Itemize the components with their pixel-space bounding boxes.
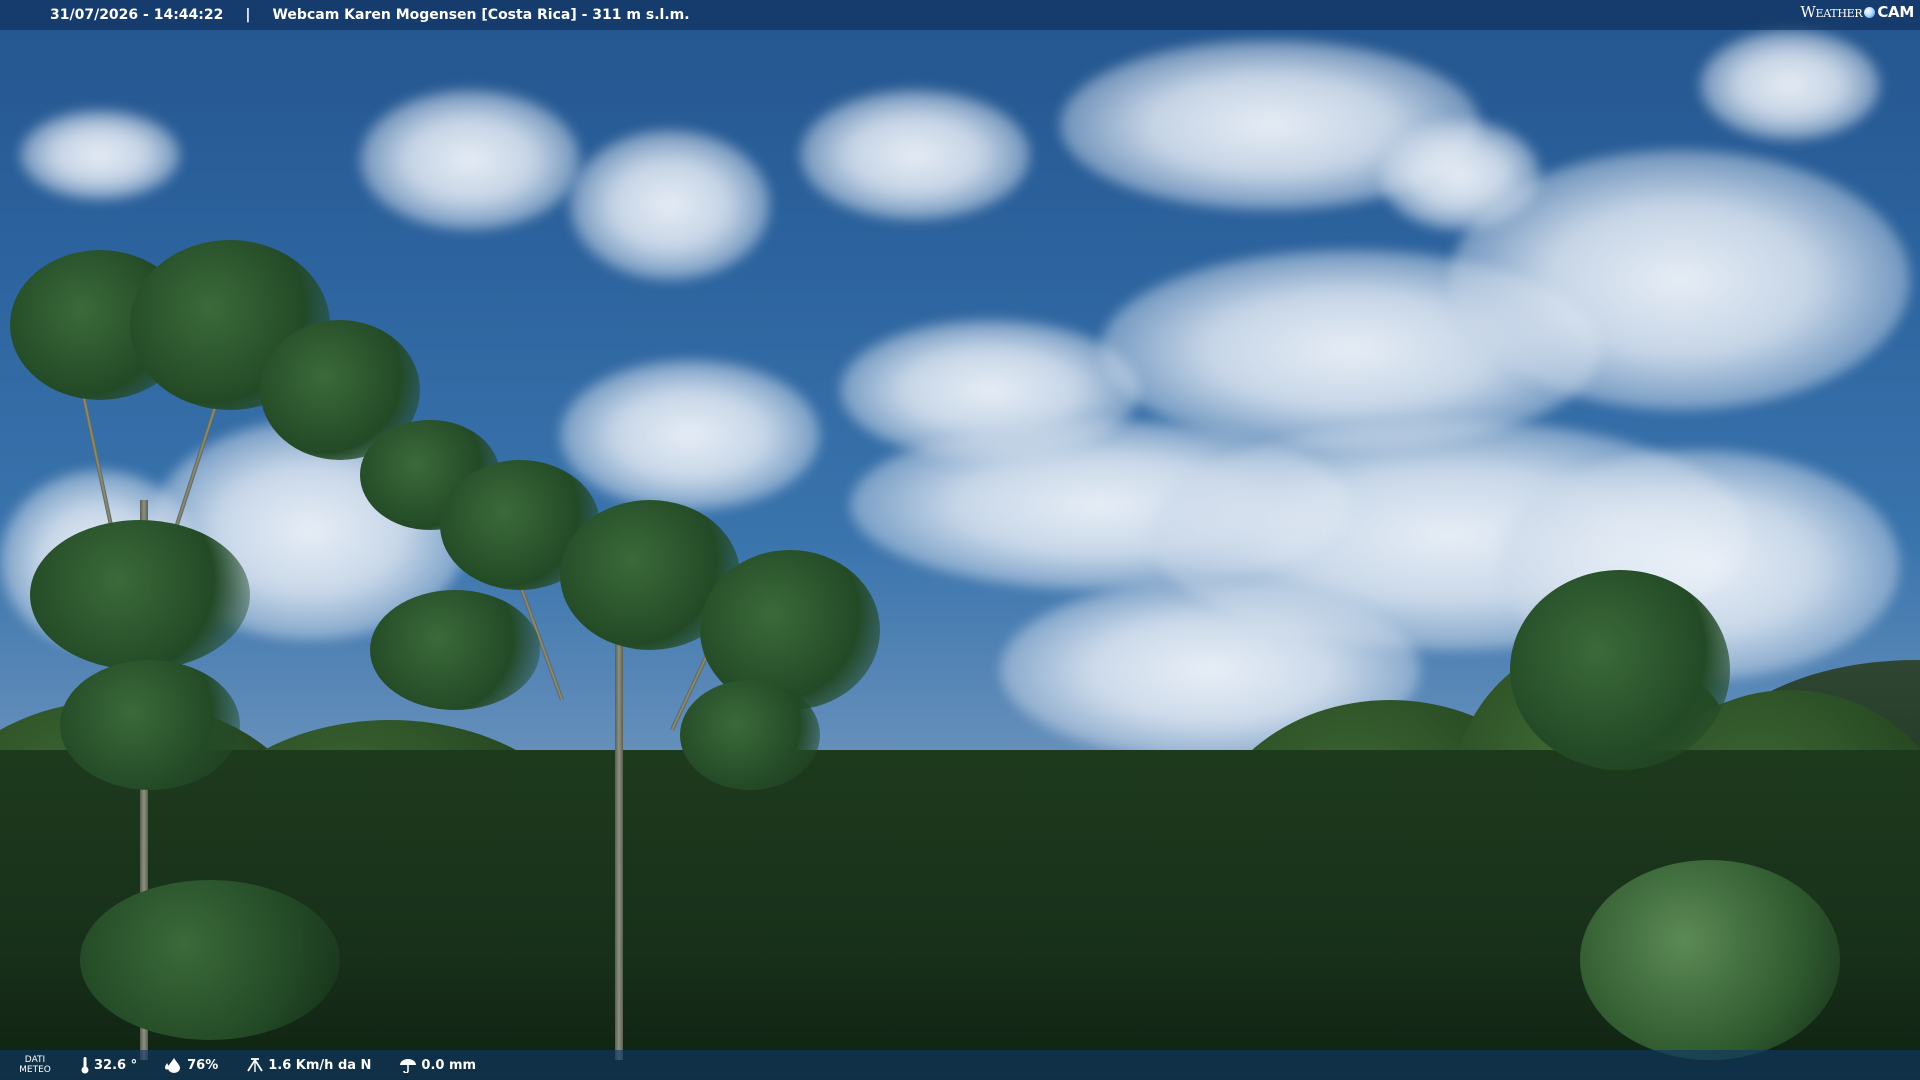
rain-icon [400, 1059, 417, 1073]
meteo-data-bar: DATI METEO 32.6 ° 76% 1.6 Km/h da N 0.0 … [0, 1050, 1920, 1080]
tree-foliage [1510, 570, 1730, 770]
cloud [1450, 150, 1910, 410]
temperature-value: 32.6 ° [94, 1057, 138, 1073]
tree-foliage [370, 590, 540, 710]
tree-foliage [60, 660, 240, 790]
meteo-label: DATI METEO [18, 1055, 52, 1075]
tree-foliage [30, 520, 250, 670]
cloud [560, 360, 820, 510]
logo-text-weather: Weather [1800, 3, 1863, 21]
rain-reading: 0.0 mm [399, 1057, 476, 1073]
timestamp: 31/07/2026 - 14:44:22 [50, 7, 224, 23]
cloud [800, 90, 1030, 220]
webcam-frame: 31/07/2026 - 14:44:22 | Webcam Karen Mog… [0, 0, 1920, 1080]
humidity-drop-icon [165, 1058, 181, 1073]
logo-text-cam: CAM [1877, 3, 1914, 21]
tree-foliage [1580, 860, 1840, 1060]
temperature-reading: 32.6 ° [80, 1056, 137, 1074]
wind-reading: 1.6 Km/h da N [246, 1057, 371, 1073]
tree-foliage [80, 880, 340, 1040]
thermometer-icon [81, 1057, 89, 1074]
wind-icon [247, 1058, 263, 1072]
webcam-title: Webcam Karen Mogensen [Costa Rica] - 311… [272, 7, 690, 23]
meteo-label-line2: METEO [19, 1065, 51, 1075]
weathercam-logo: Weather CAM [1800, 3, 1914, 21]
separator: | [245, 7, 251, 23]
cloud [20, 110, 180, 200]
cloud [570, 130, 770, 280]
webcam-info-bar: 31/07/2026 - 14:44:22 | Webcam Karen Mog… [0, 0, 1920, 30]
humidity-reading: 76% [165, 1057, 218, 1073]
wind-value: 1.6 Km/h da N [268, 1057, 372, 1073]
cloud [1700, 30, 1880, 140]
tree-trunk [615, 640, 623, 1060]
rain-value: 0.0 mm [421, 1057, 477, 1073]
humidity-value: 76% [187, 1057, 219, 1073]
meteo-label-line1: DATI [24, 1055, 46, 1065]
cloud [360, 90, 580, 230]
tree-foliage [680, 680, 820, 790]
globe-icon [1864, 6, 1876, 18]
